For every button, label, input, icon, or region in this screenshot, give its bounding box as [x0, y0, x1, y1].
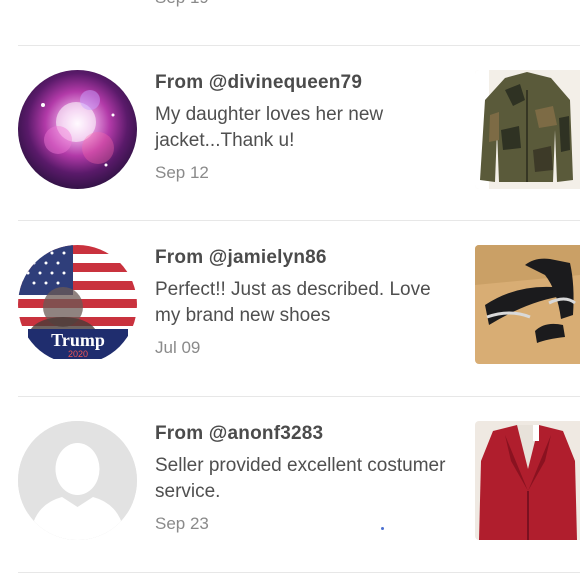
review-author[interactable]: From @divinequeen79: [155, 72, 362, 94]
sandals-photo-icon: [475, 245, 580, 364]
review-date: Sep 23: [155, 514, 209, 533]
review-item: Trump 2020 From @jamielyn86 Perfect!! Ju…: [0, 220, 580, 395]
user-avatar-flag[interactable]: Trump 2020: [18, 245, 137, 364]
scroll-dot: [381, 527, 384, 530]
flag-trump-avatar-icon: Trump 2020: [18, 245, 137, 364]
review-text: My daughter loves her new jacket...Thank…: [155, 104, 384, 151]
review-date: Sep 12: [155, 163, 209, 182]
avatar-trump-text: Trump: [51, 330, 105, 350]
user-avatar-default[interactable]: [18, 421, 137, 540]
default-user-avatar-icon: [18, 421, 137, 540]
previous-review-date: Sep 19: [155, 0, 209, 8]
review-date: Jul 09: [155, 338, 201, 357]
divider: [18, 572, 580, 573]
galaxy-avatar-icon: [18, 70, 137, 189]
review-text: Seller provided excellent costumer servi…: [155, 455, 446, 502]
review-item: From @anonf3283 Seller provided excellen…: [0, 396, 580, 571]
user-avatar-galaxy[interactable]: [18, 70, 137, 189]
review-author[interactable]: From @anonf3283: [155, 423, 323, 445]
avatar-year-text: 2020: [68, 349, 88, 359]
item-thumbnail-sandals[interactable]: [475, 245, 580, 364]
item-thumbnail-blazer[interactable]: [475, 421, 580, 540]
review-item: From @divinequeen79 My daughter loves he…: [0, 45, 580, 220]
item-thumbnail-jacket[interactable]: [475, 70, 580, 189]
review-text: Perfect!! Just as described. Love my bra…: [155, 279, 431, 326]
camo-jacket-photo-icon: [475, 70, 580, 189]
review-author[interactable]: From @jamielyn86: [155, 247, 327, 269]
red-blazer-photo-icon: [475, 421, 580, 540]
